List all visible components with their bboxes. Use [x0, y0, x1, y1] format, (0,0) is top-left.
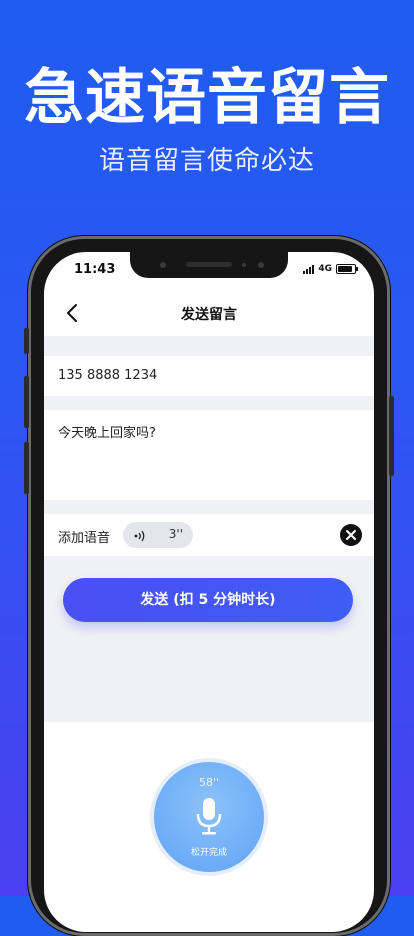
- promo-headline: 急速语音留言: [24, 63, 390, 133]
- record-hint: 松开完成: [190, 848, 227, 858]
- page-title: 发送留言: [181, 307, 237, 323]
- record-countdown: 58'': [198, 776, 220, 789]
- status-indicators: 4G: [303, 264, 358, 274]
- promo-subline: 语音留言使命必达: [98, 146, 315, 176]
- voice-duration: 3'': [168, 527, 183, 541]
- phone-notch: [130, 252, 288, 278]
- section-divider: [44, 336, 374, 356]
- phone-volume-down: [24, 442, 29, 494]
- section-divider: [44, 500, 374, 514]
- record-button[interactable]: 58'' 松开完成: [154, 762, 264, 872]
- phone-power-button: [389, 396, 394, 476]
- microphone-icon: [195, 796, 223, 840]
- front-camera: [258, 262, 264, 268]
- battery-icon: [336, 264, 358, 274]
- section-divider: [44, 396, 374, 410]
- sensor-dot: [242, 263, 246, 267]
- status-time: 11:43: [74, 262, 116, 277]
- voice-row: 添加语音 3'': [44, 514, 374, 556]
- phone-screen: 11:43 4G 发送留言 135 8888 1234 今天晚上回家吗? 添加语…: [44, 252, 374, 932]
- phone-number-field[interactable]: 135 8888 1234: [44, 356, 374, 396]
- voice-wave-icon: [133, 528, 147, 542]
- voice-label: 添加语音: [58, 531, 111, 546]
- phone-side-button: [24, 328, 29, 354]
- close-icon[interactable]: [340, 524, 362, 546]
- send-button[interactable]: 发送 (扣 5 分钟时长): [63, 578, 353, 622]
- phone-frame: 11:43 4G 发送留言 135 8888 1234 今天晚上回家吗? 添加语…: [24, 236, 394, 936]
- signal-icon: [303, 264, 315, 274]
- phone-volume-up: [24, 376, 29, 428]
- voice-message-pill[interactable]: 3'': [123, 522, 193, 548]
- sensor-dot: [160, 262, 166, 268]
- status-bar: 11:43 4G: [44, 252, 374, 284]
- nav-bar: 发送留言: [44, 292, 374, 336]
- message-textarea[interactable]: 今天晚上回家吗?: [44, 410, 374, 500]
- earpiece-speaker: [186, 262, 232, 267]
- network-type: 4G: [318, 264, 332, 274]
